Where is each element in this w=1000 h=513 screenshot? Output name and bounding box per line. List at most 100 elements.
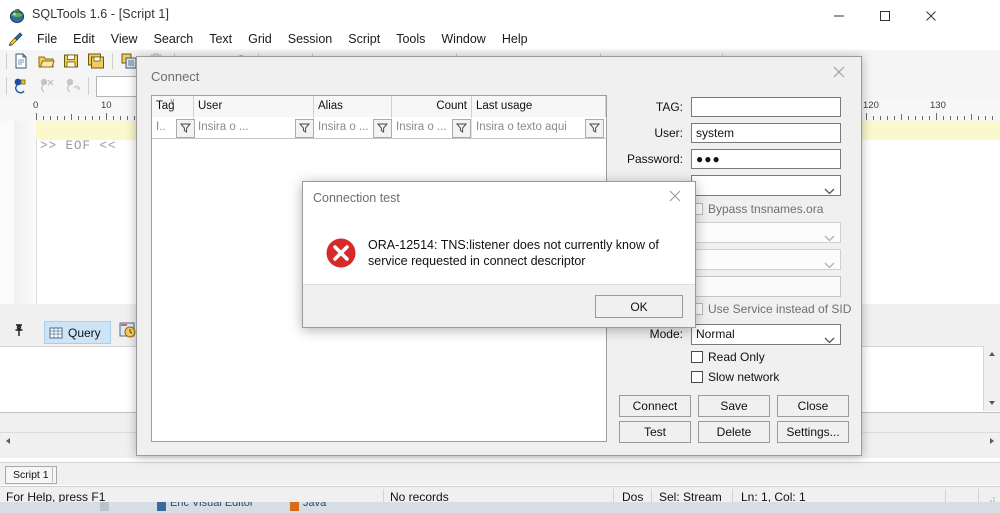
connections-grid-header: Tag ˅ User Alias Count Last usage — [152, 96, 606, 118]
checkbox-box — [691, 351, 703, 363]
taskbar: Eric Visual Editor Java — [0, 502, 1000, 513]
read-only-label: Read Only — [708, 350, 765, 364]
connections-grid-filter-row: I.. Insira o ... Insira o ... Insira o .… — [152, 117, 606, 139]
application-window: SQLTools 1.6 - [Script 1] File — [0, 0, 1000, 513]
password-input[interactable]: ●●● — [691, 149, 841, 169]
menu-items: File Edit View Search Text Grid Session … — [29, 28, 536, 50]
menu-bar: File Edit View Search Text Grid Session … — [0, 28, 1000, 50]
menu-script[interactable]: Script — [340, 30, 388, 48]
menu-text[interactable]: Text — [201, 30, 240, 48]
scroll-left-icon[interactable] — [0, 433, 16, 448]
slow-network-label: Slow network — [708, 370, 779, 384]
tab-separator — [52, 466, 53, 482]
close-button[interactable] — [908, 0, 954, 31]
scroll-down-icon[interactable] — [984, 395, 1000, 411]
tab-query[interactable]: Query — [44, 321, 111, 344]
user-input[interactable]: system — [691, 123, 841, 143]
chevron-down-icon — [824, 229, 835, 248]
menu-window[interactable]: Window — [433, 30, 493, 48]
host-combo[interactable] — [691, 222, 841, 243]
port-combo[interactable] — [691, 249, 841, 270]
toolbar-separator — [6, 77, 7, 95]
grid-icon — [49, 326, 63, 340]
error-dialog-footer: OK — [303, 284, 695, 327]
ruler-mark-120: 120 — [863, 100, 879, 111]
chevron-down-icon — [824, 256, 835, 275]
label-user: User: — [619, 126, 683, 140]
minimize-button[interactable] — [816, 0, 862, 31]
toolbar-separator — [6, 53, 7, 69]
filter-icon[interactable] — [176, 119, 195, 138]
test-button[interactable]: Test — [619, 421, 691, 443]
connect-plug-icon[interactable] — [10, 76, 32, 96]
taskbar-item-java[interactable]: Java — [303, 502, 326, 509]
pin-icon[interactable] — [10, 322, 28, 340]
disconnect-icon[interactable] — [36, 76, 58, 96]
save-button[interactable]: Save — [698, 395, 770, 417]
column-header-alias[interactable]: Alias — [314, 96, 392, 117]
label-password: Password: — [619, 152, 683, 166]
error-circle-icon — [325, 237, 357, 269]
delete-button[interactable]: Delete — [698, 421, 770, 443]
results-vertical-scrollbar[interactable] — [983, 346, 1000, 411]
database-combo[interactable] — [691, 175, 841, 196]
chevron-down-icon — [824, 331, 835, 350]
menu-edit[interactable]: Edit — [65, 30, 103, 48]
column-header-last-usage[interactable]: Last usage — [472, 96, 606, 117]
sid-input[interactable] — [691, 276, 841, 297]
filter-icon[interactable] — [452, 119, 471, 138]
ok-button[interactable]: OK — [595, 295, 683, 318]
checkbox-box — [691, 371, 703, 383]
maximize-button[interactable] — [862, 0, 908, 31]
save-all-icon[interactable] — [87, 52, 107, 71]
open-file-icon[interactable] — [37, 52, 57, 71]
editor-fold-margin — [14, 121, 36, 304]
connect-button[interactable]: Connect — [619, 395, 691, 417]
menu-session[interactable]: Session — [280, 30, 340, 48]
mode-combo[interactable]: Normal — [691, 324, 841, 345]
toolbar-separator — [88, 77, 89, 95]
taskbar-button[interactable] — [100, 502, 109, 511]
column-header-user[interactable]: User — [194, 96, 314, 117]
taskbar-java-icon[interactable] — [290, 502, 299, 511]
scroll-up-icon[interactable] — [984, 346, 1000, 362]
menu-tools[interactable]: Tools — [388, 30, 433, 48]
chevron-down-icon — [824, 182, 835, 201]
menu-file[interactable]: File — [29, 30, 65, 48]
connection-test-dialog: Connection test ORA-12514: TNS:listener … — [302, 181, 696, 328]
filter-icon[interactable] — [585, 119, 604, 138]
tag-input[interactable] — [691, 97, 841, 117]
close-button[interactable]: Close — [777, 395, 849, 417]
new-file-icon[interactable] — [12, 52, 32, 71]
sort-caret-icon: ˅ — [170, 97, 175, 106]
window-title: SQLTools 1.6 - [Script 1] — [32, 7, 169, 21]
menu-view[interactable]: View — [103, 30, 146, 48]
scroll-right-icon[interactable] — [984, 433, 1000, 448]
settings-button[interactable]: Settings... — [777, 421, 849, 443]
document-app-icon — [7, 30, 25, 48]
menu-grid[interactable]: Grid — [240, 30, 280, 48]
taskbar-item-eric[interactable]: Eric Visual Editor — [170, 502, 254, 509]
save-icon[interactable] — [62, 52, 82, 71]
error-dialog-close-button[interactable] — [655, 182, 695, 210]
script-tab-1[interactable]: Script 1 — [5, 466, 57, 484]
toolbar-separator — [112, 53, 113, 69]
connect-dialog-close-button[interactable] — [817, 57, 861, 87]
label-mode: Mode: — [619, 327, 683, 341]
taskbar-app-icon[interactable] — [157, 502, 166, 511]
tab-query-label: Query — [68, 326, 101, 340]
editor-content[interactable]: >> EOF << — [40, 139, 117, 153]
menu-help[interactable]: Help — [494, 30, 536, 48]
ruler-mark-10: 10 — [101, 100, 112, 111]
filter-icon[interactable] — [295, 119, 314, 138]
label-tag: TAG: — [619, 100, 683, 114]
ruler-mark-0: 0 — [33, 100, 38, 111]
reconnect-icon[interactable] — [62, 76, 84, 96]
column-header-count[interactable]: Count — [392, 96, 472, 117]
script-tab-strip: Script 1 — [0, 462, 1000, 485]
filter-icon[interactable] — [373, 119, 392, 138]
menu-search[interactable]: Search — [146, 30, 202, 48]
ruler-mark-130: 130 — [930, 100, 946, 111]
error-dialog-title: Connection test — [313, 191, 400, 205]
sqltools-app-icon — [8, 6, 26, 24]
